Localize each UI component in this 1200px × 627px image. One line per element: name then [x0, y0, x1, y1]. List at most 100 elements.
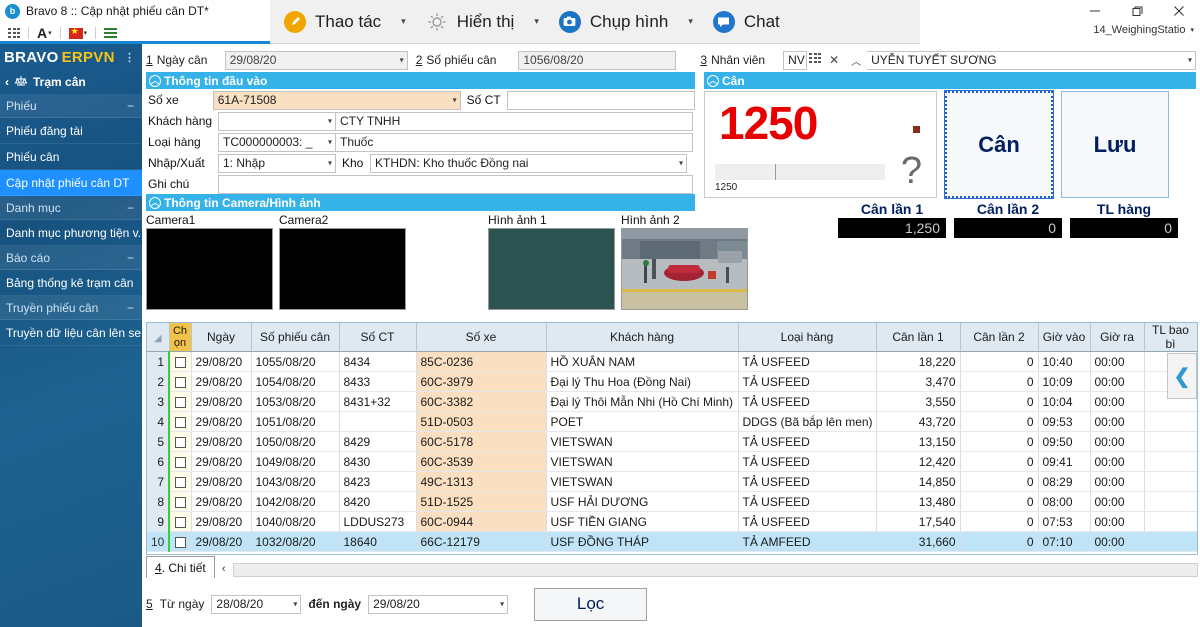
table-row[interactable]: 629/08/201049/08/20843060C-3539VIETSWANT… — [147, 452, 1197, 472]
table-header-can-lan-1[interactable]: Cân lần 1 — [876, 323, 960, 352]
ticket-field-value[interactable]: 1056/08/20 — [518, 51, 676, 70]
sidebar-item-bang-thong-ke-tram-can[interactable]: Bảng thống kê trạm cân — [0, 270, 142, 296]
row-checkbox[interactable] — [175, 517, 186, 528]
language-button[interactable]: ▾ — [67, 27, 90, 40]
sidebar-group-bao-cao[interactable]: Báo cáo − — [0, 246, 142, 270]
warehouse-combo[interactable]: KTHDN: Kho thuốc Đồng nai ▾ — [370, 154, 687, 173]
collapse-icon[interactable]: − — [127, 201, 134, 215]
chevron-down-icon[interactable]: ▾ — [688, 16, 693, 27]
row-checkbox-cell[interactable] — [169, 392, 191, 412]
table-header-select-all[interactable]: Ch ọn — [169, 323, 191, 352]
table-row[interactable]: 229/08/201054/08/20843360C-3979Đại lý Th… — [147, 372, 1197, 392]
tab-scroll-left-icon[interactable]: ‹ — [215, 560, 233, 578]
sidebar-group-phieu[interactable]: Phiếu − — [0, 94, 142, 118]
ribbon-item-chat[interactable]: Chat — [709, 0, 784, 44]
plate-input[interactable]: 61A-71508 — [213, 91, 461, 110]
warehouse-input[interactable]: KTHDN: Kho thuốc Đồng nai — [370, 154, 687, 173]
grid-menu-button[interactable] — [6, 27, 22, 40]
filter-button[interactable]: Lọc — [534, 588, 647, 621]
row-checkbox[interactable] — [175, 377, 186, 388]
ribbon-item-chup-hinh[interactable]: Chụp hình — [555, 0, 672, 44]
camera-panel-header[interactable]: ︿ Thông tin Camera/Hình ảnh — [146, 194, 695, 211]
row-checkbox-cell[interactable] — [169, 372, 191, 392]
close-button[interactable] — [1158, 0, 1200, 22]
sidebar-item-cap-nhat-phieu-can-dt[interactable]: Cập nhật phiếu cân DT — [0, 170, 142, 196]
goods-name-input[interactable]: Thuốc — [336, 133, 693, 152]
row-checkbox[interactable] — [175, 357, 186, 368]
row-checkbox[interactable] — [175, 457, 186, 468]
to-date-combo[interactable]: 29/08/20 ▾ — [368, 595, 508, 614]
goods-code-input[interactable]: TC000000003: _ — [218, 133, 336, 152]
chevron-up-icon[interactable]: ︿ — [851, 53, 861, 68]
date-field-value[interactable]: 29/08/20 — [225, 51, 408, 70]
table-header-gio-ra[interactable]: Giờ ra — [1090, 323, 1144, 352]
row-checkbox[interactable] — [175, 437, 186, 448]
camera-view-2[interactable] — [279, 228, 406, 310]
row-checkbox[interactable] — [175, 397, 186, 408]
table-header-so-phieu-can[interactable]: Số phiếu cân — [251, 323, 339, 352]
table-header-sort[interactable]: ◢ — [147, 323, 169, 352]
sidebar-item-phieu-dang-tai[interactable]: Phiếu đăng tài — [0, 118, 142, 144]
weighing-station-selector[interactable]: 14_WeighingStatio ▾ — [1093, 24, 1194, 36]
row-checkbox[interactable] — [175, 417, 186, 428]
sidebar-item-danh-muc-phuong-tien[interactable]: Danh mục phương tiện v... — [0, 220, 142, 246]
staff-name-value[interactable]: UYỄN TUYẾT SƯƠNG — [867, 51, 1196, 70]
row-checkbox[interactable] — [175, 497, 186, 508]
tab-chi-tiet[interactable]: 4. Chi tiết — [146, 556, 215, 578]
row-checkbox-cell[interactable] — [169, 512, 191, 532]
staff-code-input[interactable]: NV — [783, 51, 807, 70]
sidebar-station-header[interactable]: ‹ Trạm cân — [0, 70, 142, 94]
weigh-button[interactable]: Cân — [945, 91, 1053, 198]
collapse-icon[interactable]: − — [127, 301, 134, 315]
table-row[interactable]: 329/08/201053/08/208431+3260C-3382Đại lý… — [147, 392, 1197, 412]
main-menu-button[interactable] — [102, 27, 119, 39]
horizontal-scrollbar[interactable] — [233, 563, 1198, 577]
ribbon-item-thao-tac[interactable]: Thao tác — [280, 0, 385, 44]
from-date-input[interactable]: 28/08/20 — [211, 595, 301, 614]
customer-code-combo[interactable]: ▾ — [218, 112, 336, 131]
collapse-icon[interactable]: − — [127, 99, 134, 113]
table-header-can-lan-2[interactable]: Cân lần 2 — [960, 323, 1038, 352]
table-row[interactable]: 1029/08/201032/08/201864066C-12179USF ĐỒ… — [147, 532, 1197, 552]
save-button[interactable]: Lưu — [1061, 91, 1169, 198]
table-collapse-panel-button[interactable]: ❮ — [1167, 353, 1197, 399]
table-header-khach-hang[interactable]: Khách hàng — [546, 323, 738, 352]
table-row[interactable]: 529/08/201050/08/20842960C-5178VIETSWANT… — [147, 432, 1197, 452]
plate-combo[interactable]: 61A-71508 ▾ — [213, 91, 461, 110]
camera-view-1[interactable] — [146, 228, 273, 310]
grid-picker-icon[interactable] — [809, 53, 821, 67]
chevron-down-icon[interactable]: ▾ — [401, 16, 406, 27]
weigh-panel-header[interactable]: ︿ Cân — [704, 72, 1196, 89]
doc-input[interactable] — [507, 91, 695, 110]
table-header-tl-bao-bi[interactable]: TL bao bì — [1144, 323, 1197, 352]
font-button[interactable]: A ▾ — [35, 25, 54, 41]
chevron-up-icon[interactable]: ︿ — [149, 197, 161, 209]
minimize-button[interactable] — [1074, 0, 1116, 22]
row-checkbox[interactable] — [175, 477, 186, 488]
staff-name-combo[interactable]: UYỄN TUYẾT SƯƠNG ▾ — [867, 51, 1196, 70]
row-checkbox-cell[interactable] — [169, 492, 191, 512]
table-row[interactable]: 129/08/201055/08/20843485C-0236HỒ XUÂN N… — [147, 352, 1197, 372]
input-info-header[interactable]: ︿ Thông tin đầu vào — [146, 72, 695, 89]
collapse-icon[interactable]: − — [127, 251, 134, 265]
ribbon-item-hien-thi[interactable]: Hiển thị — [422, 0, 519, 44]
clear-icon[interactable]: ✕ — [829, 53, 839, 67]
goods-code-combo[interactable]: TC000000003: _ ▾ — [218, 133, 336, 152]
row-checkbox-cell[interactable] — [169, 412, 191, 432]
sidebar-item-truyen-du-lieu-can[interactable]: Truyền dữ liệu cân lên se... — [0, 320, 142, 346]
sidebar-group-truyen-phieu-can[interactable]: Truyền phiếu cân − — [0, 296, 142, 320]
sidebar-item-phieu-can[interactable]: Phiếu cân — [0, 144, 142, 170]
image-view-1[interactable] — [488, 228, 615, 310]
customer-name-input[interactable]: CTY TNHH — [336, 112, 693, 131]
chevron-down-icon[interactable]: ▾ — [534, 16, 539, 27]
chevron-up-icon[interactable]: ︿ — [707, 75, 719, 87]
sidebar-options-icon[interactable]: ⋮ — [124, 51, 136, 64]
row-checkbox-cell[interactable] — [169, 532, 191, 552]
row-checkbox-cell[interactable] — [169, 472, 191, 492]
row-checkbox-cell[interactable] — [169, 352, 191, 372]
row-checkbox-cell[interactable] — [169, 452, 191, 472]
io-input[interactable]: 1: Nhập — [218, 154, 336, 173]
image-view-2[interactable] — [621, 228, 748, 310]
table-row[interactable]: 929/08/201040/08/20LDDUS27360C-0944USF T… — [147, 512, 1197, 532]
io-combo[interactable]: 1: Nhập ▾ — [218, 154, 336, 173]
